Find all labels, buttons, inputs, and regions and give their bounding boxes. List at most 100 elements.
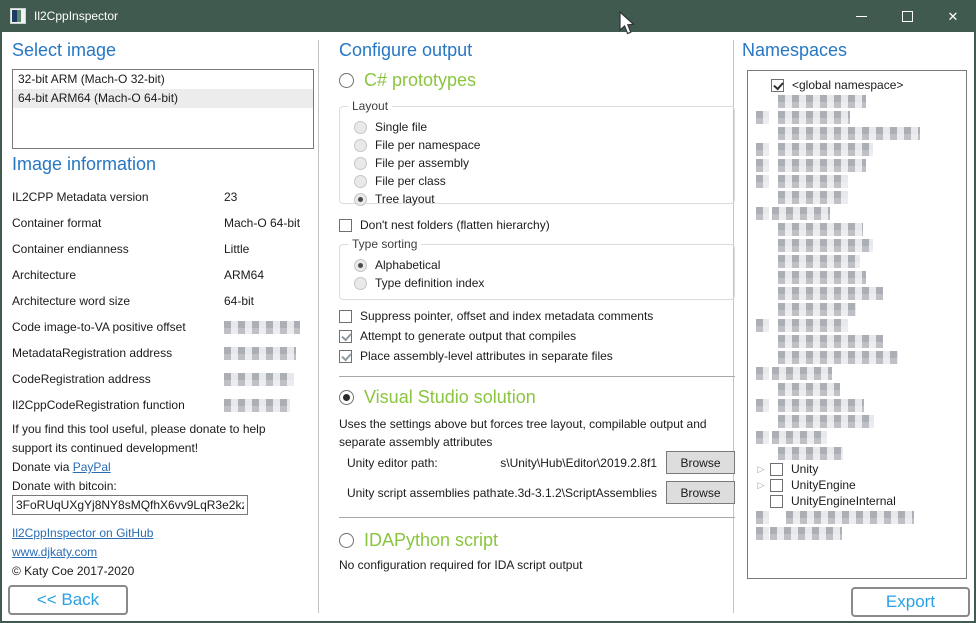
image-info-table: IL2CPP Metadata version23 Container form…: [12, 184, 316, 418]
namespaces-listbox[interactable]: <global namespace> ▷Unity▷UnityEngineUni…: [747, 70, 967, 579]
radio-option-tree-layout[interactable]: Tree layout: [354, 191, 726, 207]
redacted-checkbox: [756, 511, 769, 524]
redacted-value: [224, 399, 290, 412]
app-icon: [10, 8, 26, 24]
checkbox-icon[interactable]: [771, 79, 784, 92]
namespaces-header: Namespaces: [742, 40, 847, 61]
csharp-prototypes-radio[interactable]: C# prototypes: [339, 70, 476, 91]
checkbox-label: Suppress pointer, offset and index metad…: [360, 309, 653, 323]
option-checkbox-attempt[interactable]: Attempt to generate output that compiles: [339, 328, 653, 344]
redacted-checkbox: [756, 431, 769, 444]
namespace-item-redacted[interactable]: [748, 509, 966, 525]
namespace-item-redacted[interactable]: [748, 525, 966, 541]
namespace-item-redacted[interactable]: [748, 301, 966, 317]
radio-icon: [339, 73, 354, 88]
minimize-button[interactable]: [838, 0, 884, 32]
checkbox-icon[interactable]: [770, 495, 783, 508]
namespace-item-redacted[interactable]: [748, 141, 966, 157]
namespace-item-redacted[interactable]: [748, 381, 966, 397]
radio-option-file-per-assembly[interactable]: File per assembly: [354, 155, 726, 171]
close-button[interactable]: ✕: [930, 0, 976, 32]
namespace-item-redacted[interactable]: [748, 397, 966, 413]
layout-group-title: Layout: [348, 99, 392, 113]
namespace-item-redacted[interactable]: [748, 413, 966, 429]
image-item-32bit[interactable]: 32-bit ARM (Mach-O 32-bit): [13, 70, 313, 89]
copyright-text: © Katy Coe 2017-2020: [12, 564, 134, 578]
redacted-namespace: [778, 95, 866, 108]
namespace-item-redacted[interactable]: [748, 285, 966, 301]
namespace-item-redacted[interactable]: [748, 349, 966, 365]
radio-option-single-file[interactable]: Single file: [354, 119, 726, 135]
image-item-64bit[interactable]: 64-bit ARM64 (Mach-O 64-bit): [13, 89, 313, 108]
close-icon: ✕: [948, 10, 959, 23]
checkbox-icon: [339, 350, 352, 363]
back-button[interactable]: << Back: [8, 585, 128, 615]
redacted-namespace: [778, 143, 873, 156]
layout-groupbox: Layout Single fileFile per namespaceFile…: [339, 106, 735, 204]
namespace-item-redacted[interactable]: [748, 365, 966, 381]
namespace-item-redacted[interactable]: [748, 109, 966, 125]
redacted-namespace: [778, 415, 874, 428]
redacted-checkbox: [756, 159, 769, 172]
namespace-item-redacted[interactable]: [748, 157, 966, 173]
unity-assemblies-path-value: ate.3d-3.1.2\ScriptAssemblies: [498, 486, 657, 500]
radio-icon: [354, 259, 367, 272]
paypal-link[interactable]: PayPal: [73, 460, 111, 474]
separator: [339, 517, 735, 518]
radio-label: Alphabetical: [375, 258, 440, 272]
maximize-button[interactable]: [884, 0, 930, 32]
namespace-item-redacted[interactable]: [748, 221, 966, 237]
namespace-item-unityengineinternal[interactable]: UnityEngineInternal: [748, 493, 966, 509]
image-info-header: Image information: [12, 154, 156, 175]
namespace-item-redacted[interactable]: [748, 429, 966, 445]
redacted-namespace: [778, 223, 863, 236]
namespace-item-redacted[interactable]: [748, 93, 966, 109]
flatten-label: Don't nest folders (flatten hierarchy): [360, 218, 550, 232]
configure-output-header: Configure output: [339, 40, 472, 61]
namespace-item-redacted[interactable]: [748, 237, 966, 253]
checkbox-icon[interactable]: [770, 463, 783, 476]
info-row: Code image-to-VA positive offset: [12, 314, 316, 340]
flatten-checkbox[interactable]: Don't nest folders (flatten hierarchy): [339, 217, 550, 233]
radio-option-file-per-class[interactable]: File per class: [354, 173, 726, 189]
option-checkbox-place[interactable]: Place assembly-level attributes in separ…: [339, 348, 653, 364]
idapython-description: No configuration required for IDA script…: [339, 558, 582, 572]
namespace-item-redacted[interactable]: [748, 189, 966, 205]
export-button[interactable]: Export: [851, 587, 970, 617]
expander-icon[interactable]: ▷: [755, 479, 767, 492]
idapython-radio[interactable]: IDAPython script: [339, 530, 498, 551]
website-link[interactable]: www.djkaty.com: [12, 545, 97, 559]
namespace-item-global[interactable]: <global namespace>: [748, 77, 966, 93]
namespace-item-redacted[interactable]: [748, 253, 966, 269]
checkbox-icon: [339, 219, 352, 232]
visual-studio-radio[interactable]: Visual Studio solution: [339, 387, 536, 408]
github-link[interactable]: Il2CppInspector on GitHub: [12, 526, 153, 540]
configure-output-panel: Configure output C# prototypes Layout Si…: [339, 32, 735, 621]
radio-option-file-per-namespace[interactable]: File per namespace: [354, 137, 726, 153]
namespace-item-unityengine[interactable]: ▷UnityEngine: [748, 477, 966, 493]
radio-option-alphabetical[interactable]: Alphabetical: [354, 257, 726, 273]
radio-label: Type definition index: [375, 276, 484, 290]
option-checkbox-suppress[interactable]: Suppress pointer, offset and index metad…: [339, 308, 653, 324]
radio-label: Single file: [375, 120, 427, 134]
checkbox-icon[interactable]: [770, 479, 783, 492]
radio-option-type-definition-index[interactable]: Type definition index: [354, 275, 726, 291]
redacted-value: [224, 347, 296, 360]
browse-assemblies-button[interactable]: Browse: [666, 481, 735, 504]
namespace-item-unity[interactable]: ▷Unity: [748, 461, 966, 477]
redacted-namespace: [772, 367, 832, 380]
namespace-item-redacted[interactable]: [748, 269, 966, 285]
redacted-namespace: [778, 191, 848, 204]
image-listbox[interactable]: 32-bit ARM (Mach-O 32-bit) 64-bit ARM64 …: [12, 69, 314, 149]
info-row: MetadataRegistration address: [12, 340, 316, 366]
expander-icon[interactable]: ▷: [755, 463, 767, 476]
namespace-item-redacted[interactable]: [748, 173, 966, 189]
namespace-item-redacted[interactable]: [748, 317, 966, 333]
browse-editor-button[interactable]: Browse: [666, 451, 735, 474]
namespace-item-redacted[interactable]: [748, 205, 966, 221]
bitcoin-address-input[interactable]: [12, 495, 248, 515]
namespace-item-redacted[interactable]: [748, 125, 966, 141]
namespace-item-redacted[interactable]: [748, 333, 966, 349]
radio-icon: [354, 277, 367, 290]
namespace-item-redacted[interactable]: [748, 445, 966, 461]
